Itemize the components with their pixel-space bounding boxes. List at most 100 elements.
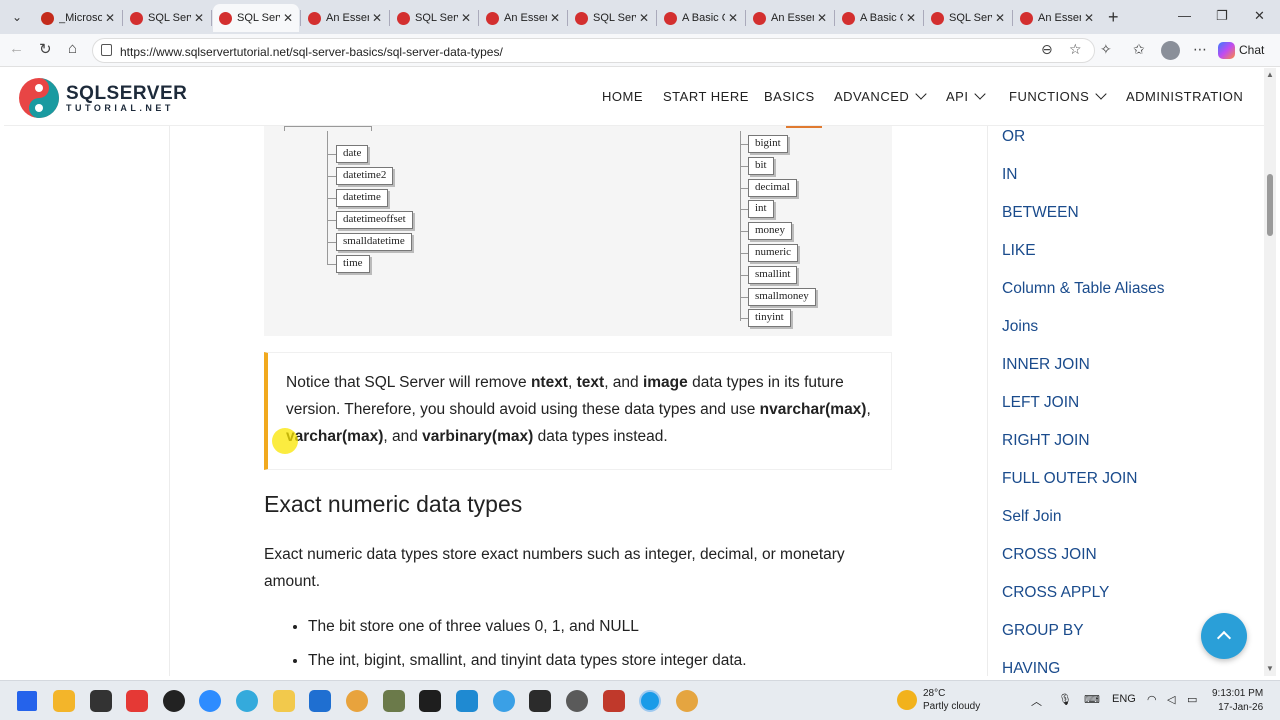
lock-icon[interactable] (101, 44, 112, 56)
maximize-icon[interactable]: ❐ (1216, 8, 1228, 24)
chrome-profile-icon[interactable] (676, 690, 698, 712)
sidebar-link[interactable]: LIKE (1002, 242, 1036, 260)
sidebar-link[interactable]: CROSS JOIN (1002, 546, 1097, 564)
sidebar-link[interactable]: FULL OUTER JOIN (1002, 470, 1138, 488)
browser-tab[interactable]: A Basic G✕ (658, 4, 744, 32)
volume-icon[interactable]: ◁ (1167, 693, 1175, 706)
browser-tab[interactable]: SQL Serve✕ (925, 4, 1011, 32)
browser-tab[interactable]: An Essenti✕ (480, 4, 566, 32)
tab-close-icon[interactable]: ✕ (283, 11, 293, 25)
sidebar-link[interactable]: HAVING (1002, 660, 1060, 676)
browser-tab[interactable]: SQL Serve✕ (569, 4, 655, 32)
football-app-icon[interactable] (566, 690, 588, 712)
nav-item-api[interactable]: API (946, 88, 987, 104)
vs-installer-icon[interactable] (309, 690, 331, 712)
scrollbar-thumb[interactable] (1267, 174, 1273, 236)
nav-item-home[interactable]: HOME (602, 89, 643, 104)
back-icon[interactable]: ← (9, 40, 24, 57)
notes-yellow-icon[interactable] (273, 690, 295, 712)
sidebar-link[interactable]: INNER JOIN (1002, 356, 1090, 374)
keyboard-icon[interactable]: ⌨ (1084, 693, 1100, 706)
tab-close-icon[interactable]: ✕ (995, 11, 1005, 25)
github-icon[interactable] (163, 690, 185, 712)
close-window-icon[interactable]: ✕ (1254, 8, 1265, 24)
nav-item-functions[interactable]: FUNCTIONS (1009, 88, 1108, 104)
browser-tab[interactable]: An Essenti✕ (747, 4, 833, 32)
browser-tab[interactable]: A Basic G✕ (836, 4, 922, 32)
scroll-down-arrow-icon[interactable]: ▼ (1266, 664, 1274, 673)
favorite-star-icon[interactable]: ☆ (1069, 41, 1082, 58)
more-menu-icon[interactable]: ⋯ (1193, 41, 1207, 58)
home-icon[interactable]: ⌂ (68, 40, 77, 57)
browser-tab[interactable]: SQL Serve✕ (124, 4, 210, 32)
logo-title[interactable]: SQLSERVER (66, 83, 187, 105)
tab-close-icon[interactable]: ✕ (461, 11, 471, 25)
nav-item-start-here[interactable]: START HERE (663, 89, 749, 104)
sqlserver-logo-icon[interactable] (18, 77, 60, 119)
system-clock[interactable]: 9:13:01 PM 17-Jan-26 (1212, 687, 1263, 715)
tab-close-icon[interactable]: ✕ (728, 11, 738, 25)
terminal-icon[interactable] (529, 690, 551, 712)
tab-close-icon[interactable]: ✕ (550, 11, 560, 25)
new-tab-button[interactable]: + (1108, 7, 1119, 28)
nav-item-administration[interactable]: ADMINISTRATION (1126, 89, 1243, 104)
browser-tab[interactable]: _Microso ✕ (35, 4, 121, 32)
sidebar-link[interactable]: GROUP BY (1002, 622, 1084, 640)
telegram-icon[interactable] (236, 690, 258, 712)
tab-close-icon[interactable]: ✕ (194, 11, 204, 25)
battery-icon[interactable]: ▭ (1187, 693, 1197, 706)
recorder-app-icon[interactable] (126, 690, 148, 712)
tab-close-icon[interactable]: ✕ (1084, 11, 1094, 25)
zoom-icon[interactable] (199, 690, 221, 712)
tab-close-icon[interactable]: ✕ (105, 11, 115, 25)
sidebar-link[interactable]: Joins (1002, 318, 1038, 336)
minimize-icon[interactable]: — (1178, 8, 1191, 23)
sidebar-link[interactable]: BETWEEN (1002, 204, 1079, 222)
scroll-up-arrow-icon[interactable]: ▲ (1266, 70, 1274, 79)
tray-overflow-icon[interactable]: ︿ (1031, 693, 1042, 709)
browser-tab[interactable]: An Essenti✕ (1014, 4, 1100, 32)
tab-close-icon[interactable]: ✕ (372, 11, 382, 25)
address-bar[interactable]: https://www.sqlservertutorial.net/sql-se… (92, 38, 1095, 63)
page-scrollbar[interactable]: ▲ ▼ (1264, 68, 1276, 676)
sidebar-link[interactable]: Self Join (1002, 508, 1061, 526)
sidebar-link[interactable]: CROSS APPLY (1002, 584, 1109, 602)
file-explorer-icon[interactable] (53, 690, 75, 712)
edge-dev-icon[interactable] (493, 690, 515, 712)
chrome-icon[interactable] (346, 690, 368, 712)
microphone-icon[interactable]: 🎙 (1058, 693, 1072, 706)
windows-start-icon[interactable] (17, 691, 37, 711)
sidebar-link[interactable]: LEFT JOIN (1002, 394, 1079, 412)
profile-avatar[interactable] (1161, 41, 1180, 60)
edge-browser-icon[interactable] (639, 690, 661, 712)
notes-app-icon[interactable] (90, 690, 112, 712)
vscode-icon[interactable] (456, 690, 478, 712)
copilot-chat-button[interactable]: Chat (1218, 38, 1274, 62)
back-to-top-button[interactable] (1201, 613, 1247, 659)
nav-item-advanced[interactable]: ADVANCED (834, 88, 927, 104)
logo-subtitle[interactable]: TUTORIAL.NET (66, 103, 174, 113)
browser-tab[interactable]: SQL Serve✕ (391, 4, 477, 32)
sidebar-link[interactable]: Column & Table Aliases (1002, 280, 1165, 298)
ai-app-icon[interactable] (603, 690, 625, 712)
pycharm-icon[interactable] (419, 690, 441, 712)
sidebar-link[interactable]: IN (1002, 166, 1018, 184)
favorites-icon[interactable]: ✩ (1133, 41, 1145, 58)
refresh-icon[interactable]: ↻ (39, 40, 52, 58)
sidebar-link[interactable]: RIGHT JOIN (1002, 432, 1090, 450)
wifi-icon[interactable]: ◠ (1147, 693, 1157, 706)
extensions-icon[interactable]: ✧ (1100, 41, 1112, 58)
weather-widget[interactable]: 28°C Partly cloudy (897, 687, 980, 713)
tab-close-icon[interactable]: ✕ (639, 11, 649, 25)
tools-app-icon[interactable] (383, 690, 405, 712)
tab-actions-menu-icon[interactable]: ⌄ (6, 7, 28, 27)
tab-close-icon[interactable]: ✕ (906, 11, 916, 25)
language-indicator[interactable]: ENG (1112, 693, 1136, 705)
sidebar-link[interactable]: OR (1002, 128, 1025, 146)
url-text[interactable]: https://www.sqlservertutorial.net/sql-se… (120, 45, 503, 59)
nav-item-basics[interactable]: BASICS (764, 89, 815, 104)
reader-icon[interactable]: ⊖ (1041, 41, 1053, 58)
browser-tab[interactable]: An Essenti✕ (302, 4, 388, 32)
browser-tab[interactable]: SQL Serve✕ (213, 4, 299, 32)
tab-close-icon[interactable]: ✕ (817, 11, 827, 25)
